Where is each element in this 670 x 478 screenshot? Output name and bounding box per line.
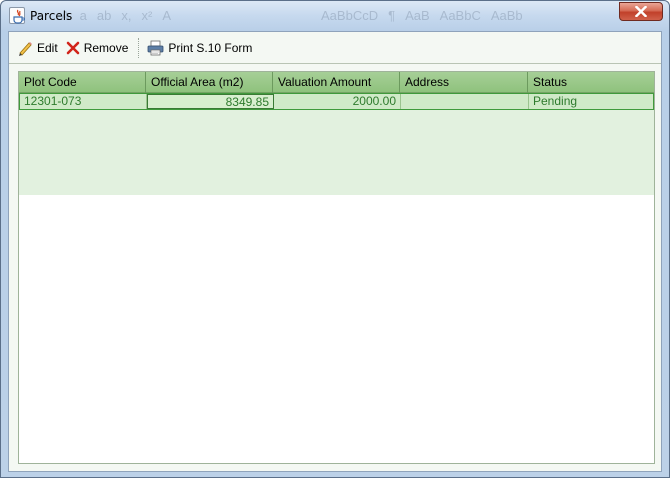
cell-plot-code[interactable]: 12301-073	[20, 94, 147, 109]
printer-icon	[147, 40, 164, 55]
java-app-icon	[9, 7, 25, 24]
column-header-status[interactable]: Status	[528, 72, 654, 93]
remove-button[interactable]: Remove	[66, 36, 129, 60]
pencil-icon	[19, 41, 32, 56]
edit-label: Edit	[37, 40, 58, 55]
column-header-official-area[interactable]: Official Area (m2)	[146, 72, 273, 93]
toolbar-separator	[138, 37, 140, 58]
toolbar: Edit Remove Print S.10 Form	[9, 32, 661, 64]
parcels-table: Plot Code Official Area (m2) Valuation A…	[18, 71, 655, 464]
column-header-valuation-amount[interactable]: Valuation Amount	[273, 72, 400, 93]
cell-address[interactable]	[401, 94, 529, 109]
remove-label: Remove	[83, 40, 129, 55]
title-bar[interactable]: Aa ab x, x² A AaBbCcD ¶ AaB AaBbC AaBb Parcels	[1, 1, 669, 31]
print-s10-button[interactable]: Print S.10 Form	[147, 36, 252, 60]
red-x-icon	[66, 41, 79, 54]
close-icon	[635, 6, 647, 17]
content-panel: Edit Remove Print S.10 Form Plot Code Of…	[8, 31, 662, 472]
window-title: Parcels	[30, 9, 73, 23]
close-button[interactable]	[619, 2, 663, 21]
background-ghost-toolbar: Aa ab x, x² A AaBbCcD ¶ AaB AaBbC AaBb	[61, 8, 523, 23]
print-label: Print S.10 Form	[168, 40, 253, 55]
table-row[interactable]: 12301-073 8349.85 2000.00 Pending	[19, 93, 654, 110]
column-header-address[interactable]: Address	[400, 72, 528, 93]
column-header-plot-code[interactable]: Plot Code	[19, 72, 146, 93]
parcels-window: Aa ab x, x² A AaBbCcD ¶ AaB AaBbC AaBb Parcels	[0, 0, 670, 478]
cell-valuation-amount[interactable]: 2000.00	[274, 94, 401, 109]
table-header: Plot Code Official Area (m2) Valuation A…	[19, 72, 654, 93]
cell-official-area[interactable]: 8349.85	[147, 94, 274, 109]
edit-button[interactable]: Edit	[17, 36, 58, 60]
cell-status[interactable]: Pending	[529, 94, 653, 109]
